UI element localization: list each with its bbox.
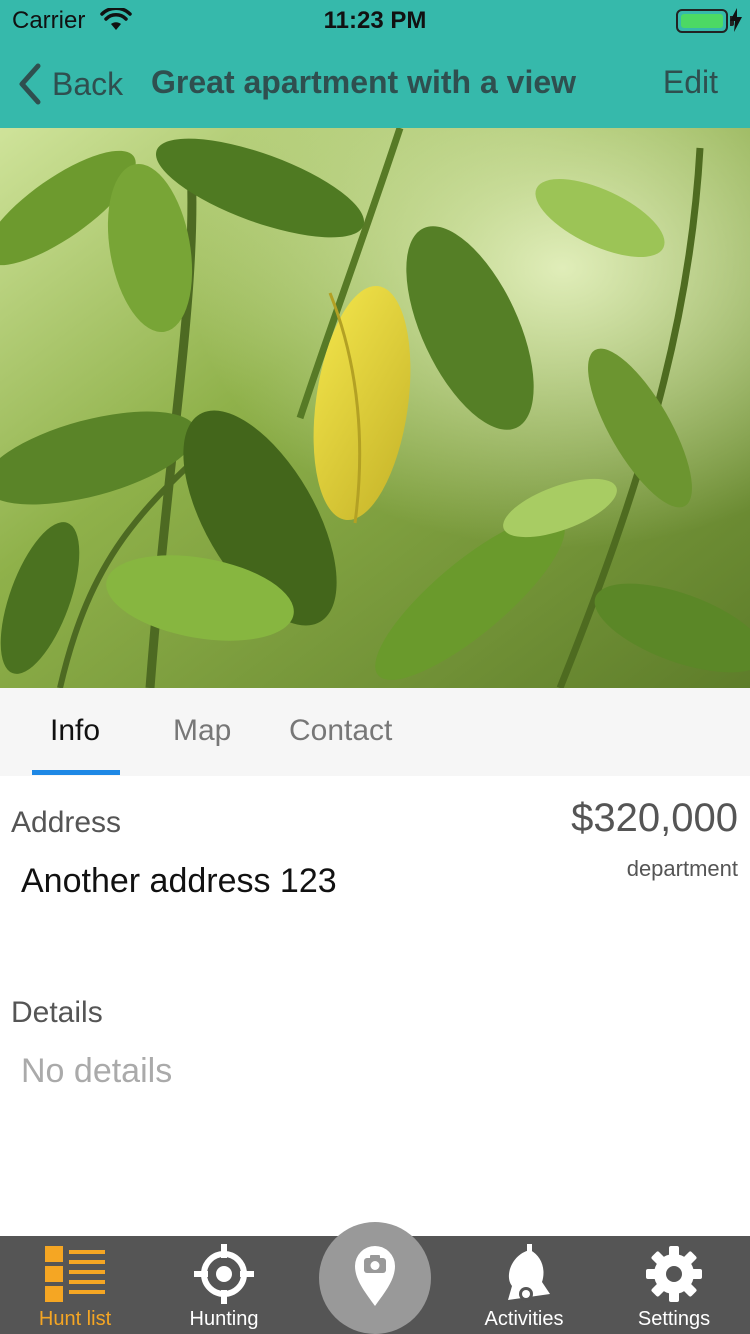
tab-hunt-list-label: Hunt list [38, 1308, 112, 1330]
tab-activities[interactable]: Activities [449, 1236, 599, 1334]
hunt-list-icon [45, 1246, 105, 1302]
navigation-bar: Back Great apartment with a view Edit [0, 40, 750, 128]
edit-button[interactable]: Edit [663, 64, 718, 101]
battery-icon [676, 9, 728, 33]
tab-settings[interactable]: Settings [599, 1236, 749, 1334]
back-label: Back [52, 65, 124, 102]
clock: 11:23 PM [323, 7, 427, 34]
header: Carrier 11:23 PM Back Great apartment wi… [0, 0, 750, 128]
chevron-left-icon [19, 63, 41, 105]
tab-hunt-list[interactable]: Hunt list [0, 1236, 150, 1334]
details-value: No details [21, 1052, 173, 1090]
bell-icon [508, 1244, 550, 1301]
add-location-button[interactable] [319, 1222, 431, 1334]
property-photo[interactable] [0, 128, 750, 688]
status-bar: Carrier 11:23 PM [0, 0, 750, 40]
gear-icon [646, 1246, 702, 1302]
tab-hunting-label: Hunting [189, 1308, 259, 1330]
camera-pin-icon [355, 1246, 395, 1306]
tab-activities-label: Activities [484, 1308, 564, 1330]
tab-info[interactable]: Info [50, 714, 100, 748]
charging-icon [730, 8, 742, 37]
address-value: Another address 123 [21, 862, 337, 900]
price: $320,000 [571, 796, 738, 840]
segmented-tabs: Info Map Contact [0, 688, 750, 776]
tab-settings-label: Settings [637, 1308, 711, 1330]
active-tab-indicator [32, 770, 120, 775]
tab-map[interactable]: Map [173, 714, 231, 748]
tab-contact[interactable]: Contact [289, 714, 392, 748]
address-label: Address [11, 806, 122, 839]
property-type: department [626, 856, 738, 881]
details-label: Details [11, 996, 103, 1029]
page-title: Great apartment with a view [151, 64, 577, 100]
back-button[interactable]: Back [14, 62, 123, 106]
tab-hunting[interactable]: Hunting [149, 1236, 299, 1334]
crosshair-icon [194, 1244, 254, 1304]
